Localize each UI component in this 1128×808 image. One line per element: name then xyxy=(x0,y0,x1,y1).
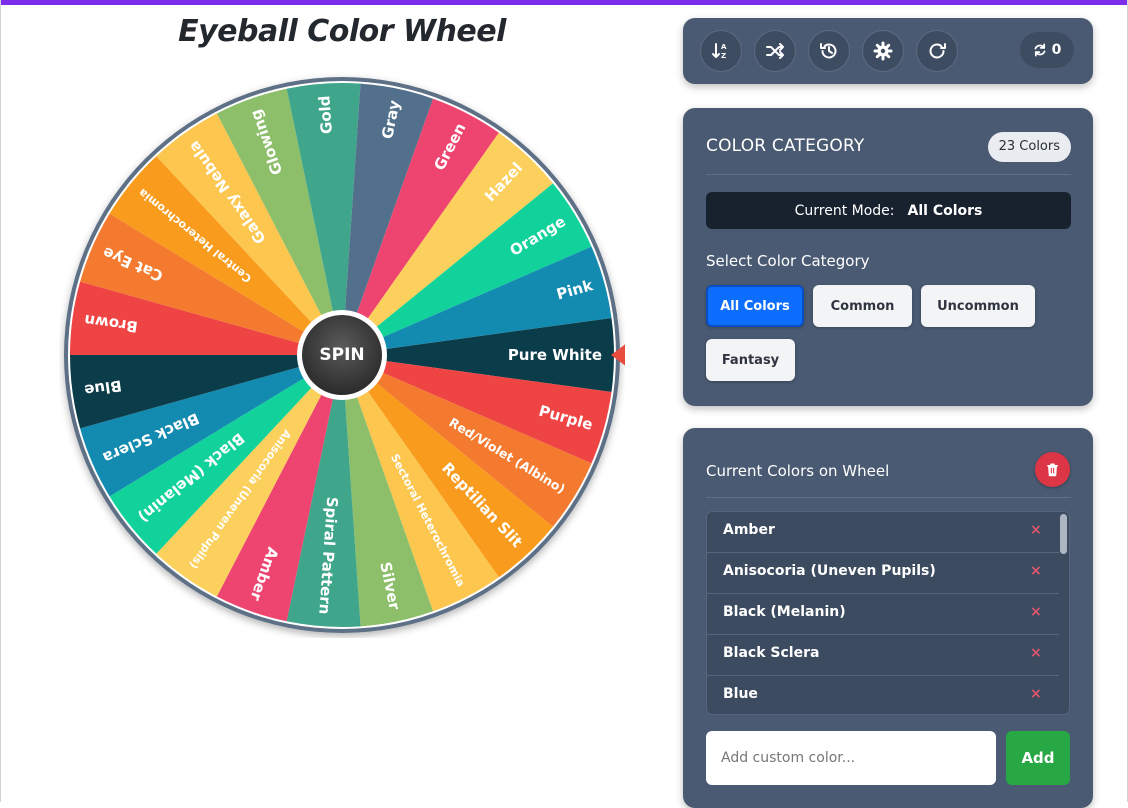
page-title: Eyeball Color Wheel xyxy=(178,14,506,49)
color-name: Amber xyxy=(723,522,775,538)
remove-color-button[interactable]: × xyxy=(1030,522,1042,538)
colors-list[interactable]: Amber × Anisocoria (Uneven Pupils) × Bla… xyxy=(706,511,1070,715)
sort-icon: A Z xyxy=(712,43,727,60)
wheel-graphic[interactable]: Pure WhitePurpleRed/Violet (Albino)Repti… xyxy=(59,72,625,638)
spin-count-value: 0 xyxy=(1051,42,1062,58)
category-title: COLOR CATEGORY xyxy=(706,136,865,156)
list-item[interactable]: Anisocoria (Uneven Pupils) × xyxy=(707,553,1059,594)
remove-color-button[interactable]: × xyxy=(1030,604,1042,620)
category-fantasy-button[interactable]: Fantasy xyxy=(706,339,795,381)
list-item[interactable]: Amber × xyxy=(707,512,1059,553)
remove-color-button[interactable]: × xyxy=(1030,563,1042,579)
list-item[interactable]: Blue × xyxy=(707,676,1059,714)
trash-icon xyxy=(1047,463,1058,477)
spin-wheel[interactable]: Pure White Purple Red/Violet (Albino) Repti… xyxy=(59,72,625,638)
custom-color-input[interactable] xyxy=(706,731,996,785)
remove-color-button[interactable]: × xyxy=(1030,645,1042,661)
list-item[interactable]: Black (Melanin) × xyxy=(707,594,1059,635)
select-category-label: Select Color Category xyxy=(706,252,870,270)
current-mode-bar: Current Mode: All Colors xyxy=(706,192,1071,229)
history-button[interactable] xyxy=(808,30,850,72)
settings-button[interactable] xyxy=(862,30,904,72)
spin-button-label[interactable]: SPIN xyxy=(319,345,364,365)
history-icon xyxy=(820,43,837,59)
clear-all-button[interactable] xyxy=(1035,452,1070,487)
color-name: Anisocoria (Uneven Pupils) xyxy=(723,563,936,579)
color-category-panel: COLOR CATEGORY 23 Colors Current Mode: A… xyxy=(683,108,1093,406)
redo-icon xyxy=(929,43,946,59)
category-uncommon-button[interactable]: Uncommon xyxy=(921,285,1035,327)
current-colors-title: Current Colors on Wheel xyxy=(706,462,890,480)
mode-value: All Colors xyxy=(907,202,983,219)
list-item[interactable]: Black Sclera × xyxy=(707,635,1059,676)
color-name: Black (Melanin) xyxy=(723,604,846,620)
mode-label: Current Mode: xyxy=(794,202,895,219)
wheel-segment-label: Gold xyxy=(315,95,336,135)
gear-icon xyxy=(873,41,893,61)
remove-color-button[interactable]: × xyxy=(1030,686,1042,702)
redo-button[interactable] xyxy=(916,30,958,72)
category-common-button[interactable]: Common xyxy=(813,285,912,327)
refresh-icon xyxy=(1034,43,1046,57)
sort-button[interactable]: A Z xyxy=(700,30,742,72)
divider xyxy=(706,497,1071,498)
spin-counter: 0 xyxy=(1020,32,1074,68)
shuffle-button[interactable] xyxy=(754,30,796,72)
svg-text:Z: Z xyxy=(721,52,726,60)
color-name: Black Sclera xyxy=(723,645,820,661)
category-all-colors-button[interactable]: All Colors xyxy=(706,285,804,327)
wheel-segment-label: Pure White xyxy=(508,346,602,364)
color-count-badge: 23 Colors xyxy=(987,132,1071,162)
color-name: Blue xyxy=(723,686,758,702)
list-scrollbar[interactable] xyxy=(1060,514,1067,554)
svg-text:A: A xyxy=(721,43,727,51)
top-accent-bar xyxy=(1,0,1127,5)
shuffle-icon xyxy=(766,43,784,59)
current-colors-panel: Current Colors on Wheel Amber × Anisocor… xyxy=(683,428,1093,808)
toolbar: A Z 0 xyxy=(683,18,1093,84)
divider xyxy=(706,174,1071,175)
add-color-button[interactable]: Add xyxy=(1006,731,1070,785)
